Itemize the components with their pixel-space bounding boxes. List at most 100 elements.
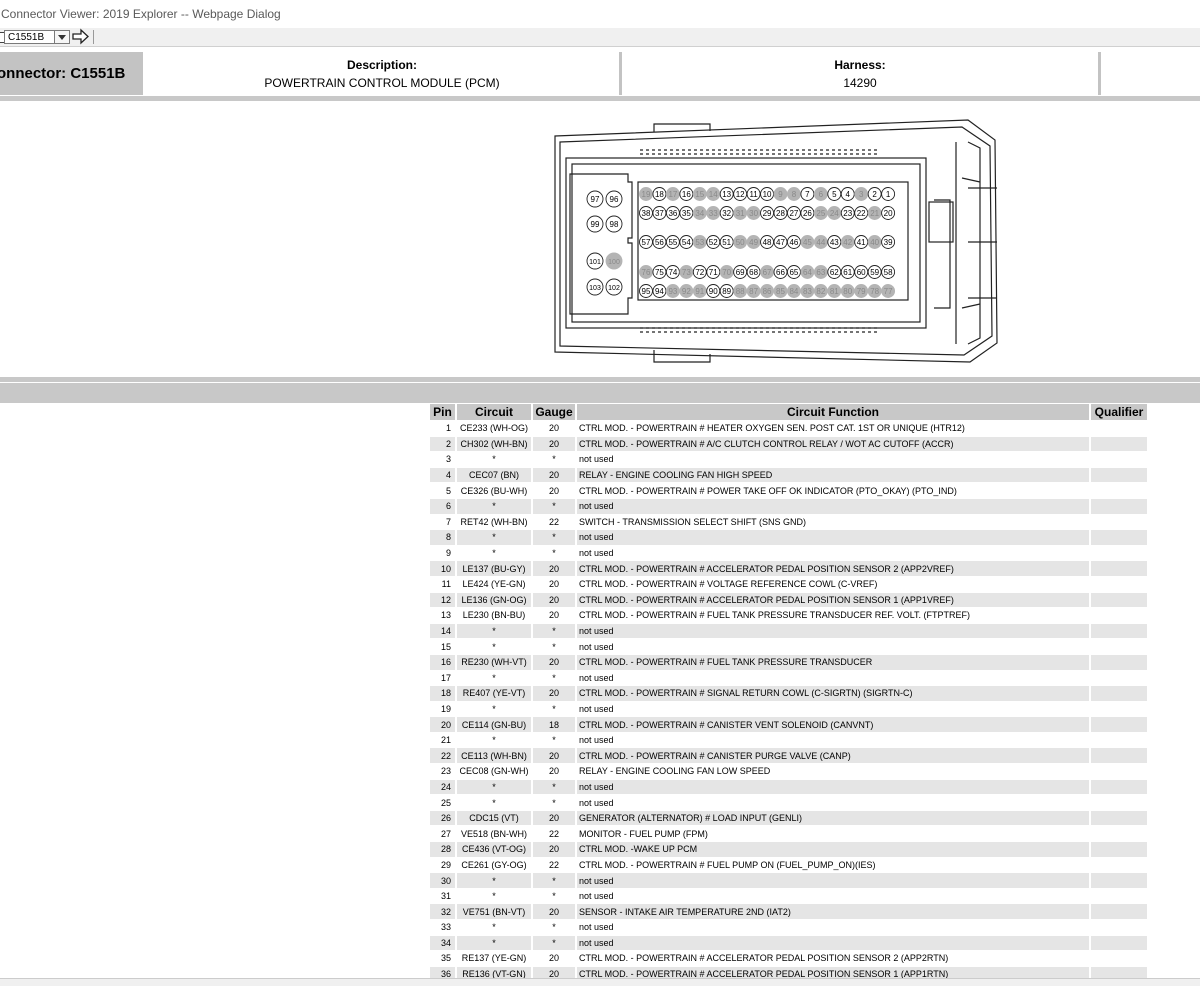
table-row: 27 VE518 (BN-WH) 22 MONITOR - FUEL PUMP (FP…: [430, 826, 1147, 841]
svg-text:43: 43: [830, 238, 839, 247]
pin-61: 61: [840, 265, 855, 279]
column-header-circuit[interactable]: Circuit: [457, 404, 531, 420]
table-row: 23 CEC08 (GN-WH) 20 RELAY - ENGINE COOLING …: [430, 764, 1147, 779]
svg-text:68: 68: [749, 268, 758, 277]
cell-pin: 19: [440, 703, 451, 714]
svg-text:97: 97: [591, 195, 600, 204]
svg-text:81: 81: [830, 287, 839, 296]
pin-76: 76: [639, 265, 653, 279]
pin-23: 23: [840, 206, 855, 220]
svg-text:42: 42: [843, 238, 852, 247]
pin-79: 79: [854, 284, 869, 298]
cell-pin: 11: [441, 579, 451, 590]
svg-text:71: 71: [709, 268, 718, 277]
column-header-pin[interactable]: Pin: [430, 404, 455, 420]
description-panel: Description: POWERTRAIN CONTROL MODULE (…: [145, 52, 619, 95]
pin-54: 54: [679, 235, 694, 249]
table-row: 24 * * not used: [430, 779, 1147, 795]
pin-43: 43: [827, 235, 842, 249]
cell-pin: 1: [445, 423, 451, 434]
go-arrow-icon[interactable]: [72, 28, 90, 45]
svg-text:91: 91: [695, 287, 704, 296]
cell-function: not used: [579, 703, 614, 714]
cell-gauge: *: [533, 623, 575, 639]
connector-diagram: 19 18 17 16 15 14 13 12 11 10 9 8 7 6 5 4 3 2 138 37 36 35 34 3…: [554, 119, 998, 363]
cell-function: GENERATOR (ALTERNATOR) # LOAD INPUT (GEN…: [577, 810, 1089, 826]
cell-circuit: LE136 (GN-OG): [457, 592, 531, 608]
cell-function: CTRL MOD. - POWERTRAIN # SIGNAL RETURN C…: [577, 686, 1089, 701]
pin-40: 40: [867, 235, 882, 249]
svg-text:29: 29: [763, 209, 772, 218]
pin-70: 70: [719, 265, 734, 279]
cell-qualifier: [1091, 452, 1147, 467]
table-row: 3 * * not used: [430, 452, 1147, 467]
cell-gauge: *: [533, 779, 575, 795]
svg-text:59: 59: [870, 268, 879, 277]
cell-circuit: CE436 (VT-OG): [457, 842, 531, 857]
svg-text:99: 99: [591, 220, 600, 229]
cell-gauge: *: [552, 891, 556, 902]
cell-circuit: *: [492, 703, 496, 714]
cell-pin: 33: [440, 922, 451, 933]
table-row: 13 LE230 (BN-BU) 20 CTRL MOD. - POWERTRAIN …: [430, 608, 1147, 623]
svg-text:56: 56: [655, 238, 664, 247]
pin-99: 99: [586, 215, 604, 233]
table-row: 5 CE326 (BU-WH) 20 CTRL MOD. - POWERTRAIN #…: [430, 483, 1147, 498]
pin-71: 71: [706, 265, 721, 279]
svg-text:83: 83: [803, 287, 812, 296]
pin-102: 102: [605, 278, 623, 296]
svg-text:66: 66: [776, 268, 785, 277]
harness-value: 14290: [843, 76, 877, 90]
description-label: Description:: [346, 58, 417, 72]
pin-51: 51: [719, 235, 734, 249]
pin-90: 90: [706, 284, 721, 298]
column-header-qualifier[interactable]: Qualifier: [1091, 404, 1147, 420]
cell-function: SENSOR - INTAKE AIR TEMPERATURE 2ND (IAT…: [577, 904, 1089, 919]
table-row: 17 * * not used: [430, 671, 1147, 686]
pin-46: 46: [786, 235, 801, 249]
cell-pin: 13: [440, 610, 451, 621]
svg-text:93: 93: [668, 287, 677, 296]
svg-text:95: 95: [642, 287, 651, 296]
column-header-function[interactable]: Circuit Function: [577, 404, 1089, 420]
pin-62: 62: [827, 265, 842, 279]
pin-29: 29: [760, 206, 775, 220]
table-row: 1 CE233 (WH-OG) 20 CTRL MOD. - POWERTRAIN #…: [430, 421, 1147, 436]
pin-64: 64: [800, 265, 815, 279]
cell-circuit: CE233 (WH-OG): [459, 423, 528, 434]
cell-qualifier: [1091, 858, 1147, 873]
svg-text:76: 76: [642, 268, 651, 277]
svg-text:25: 25: [816, 209, 825, 218]
pin-77: 77: [881, 284, 896, 298]
cell-circuit: RE230 (WH-VT): [457, 654, 531, 670]
column-header-gauge[interactable]: Gauge: [533, 404, 575, 420]
cell-pin: 32: [430, 904, 455, 919]
svg-text:65: 65: [789, 268, 798, 277]
cell-pin: 18: [430, 686, 455, 701]
cell-pin: 2: [430, 436, 455, 452]
svg-text:64: 64: [803, 268, 812, 277]
pin-13: 13: [719, 187, 734, 201]
cell-gauge: 20: [548, 953, 559, 964]
cell-pin: 27: [440, 828, 451, 839]
pin-103: 103: [586, 278, 604, 296]
connector-select[interactable]: C1551B: [4, 30, 70, 44]
svg-text:20: 20: [884, 209, 893, 218]
pin-5: 5: [827, 187, 842, 201]
pin-33: 33: [706, 206, 721, 220]
pin-11: 11: [746, 187, 761, 201]
table-row: 21 * * not used: [430, 733, 1147, 748]
cell-gauge: 22: [548, 828, 559, 839]
pin-63: 63: [813, 265, 828, 279]
svg-text:90: 90: [709, 287, 718, 296]
svg-text:79: 79: [857, 287, 866, 296]
cell-qualifier: [1091, 748, 1147, 764]
cell-pin: 8: [430, 530, 455, 545]
chevron-down-icon[interactable]: [54, 31, 69, 43]
svg-text:88: 88: [736, 287, 745, 296]
svg-text:52: 52: [709, 238, 718, 247]
window-title: Connector Viewer: 2019 Explorer -- Webpa…: [1, 7, 281, 21]
pin-25: 25: [813, 206, 828, 220]
cell-function: CTRL MOD. - POWERTRAIN # FUEL TANK PRESS…: [579, 610, 971, 621]
svg-text:13: 13: [722, 190, 731, 199]
